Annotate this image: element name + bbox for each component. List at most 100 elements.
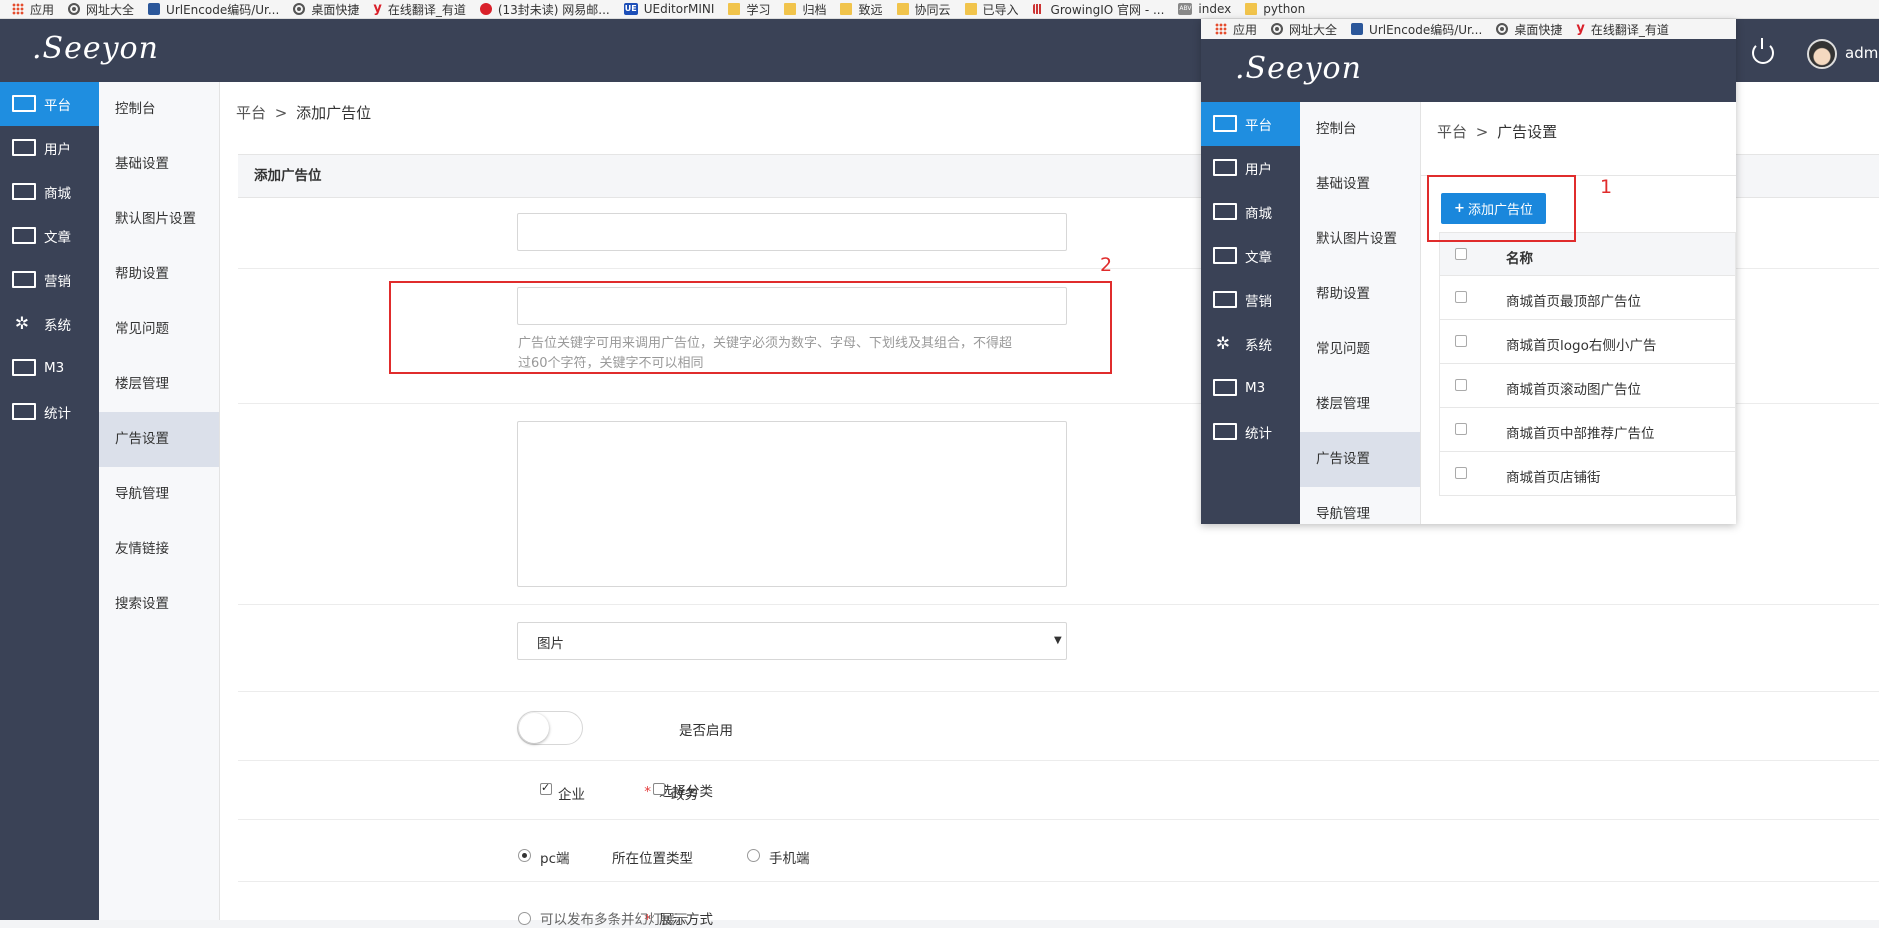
bookmark-link[interactable]: ABV index — [1178, 2, 1231, 16]
nav-item-mall[interactable]: 商城 — [0, 170, 99, 214]
subnav-item[interactable]: 帮助设置 — [1300, 267, 1420, 322]
position-radio-mobile[interactable] — [747, 849, 760, 862]
subnav-item-ads[interactable]: 广告设置 — [99, 412, 219, 467]
classify-checkbox-enterprise[interactable] — [540, 781, 552, 795]
nav-item-article[interactable]: 文章 — [0, 214, 99, 258]
subnav-item[interactable]: 基础设置 — [1300, 157, 1420, 212]
subnav-item[interactable]: 导航管理 — [99, 467, 219, 522]
subnav-item[interactable]: 常见问题 — [99, 302, 219, 357]
primary-sidebar: 平台 用户 商城 文章 营销 ✲ 系统 M3 统计 — [0, 82, 99, 920]
monitor-icon — [12, 227, 36, 245]
bookmark-link[interactable]: GrowingIO 官网 - ... — [1032, 1, 1164, 18]
nav-item-user[interactable]: 用户 — [0, 126, 99, 170]
row-checkbox[interactable] — [1455, 423, 1467, 435]
subnav-item[interactable]: 搜索设置 — [99, 577, 219, 632]
power-icon[interactable] — [1752, 38, 1774, 64]
annotation-box-2 — [389, 281, 1112, 374]
row-checkbox[interactable] — [1455, 467, 1467, 479]
bookmark-apps[interactable]: 应用 — [1215, 21, 1257, 38]
bookmark-link[interactable]: 网址大全 — [68, 1, 134, 18]
table-row[interactable]: 商城首页最顶部广告位 — [1439, 276, 1736, 320]
embedded-screenshot: 应用 网址大全 UrlEncode编码/Ur... 桌面快捷 y 在线翻译_有道 … — [1201, 19, 1736, 524]
page-icon — [148, 3, 161, 15]
breadcrumb-current: 广告设置 — [1497, 123, 1558, 141]
nav-item-stats[interactable]: 统计 — [1201, 410, 1300, 454]
nav-item-marketing[interactable]: 营销 — [1201, 278, 1300, 322]
bookmark-folder[interactable]: 协同云 — [896, 1, 951, 18]
globe-icon — [1496, 23, 1509, 35]
bookmark-link[interactable]: 桌面快捷 — [1496, 21, 1562, 38]
category-select[interactable] — [517, 622, 1067, 660]
nav-item-m3[interactable]: M3 — [1201, 366, 1300, 410]
bookmark-link[interactable]: UrlEncode编码/Ur... — [1351, 21, 1482, 38]
bookmark-link[interactable]: 网址大全 — [1271, 21, 1337, 38]
secondary-sidebar: 控制台 基础设置 默认图片设置 帮助设置 常见问题 楼层管理 广告设置 导航管理… — [99, 82, 220, 920]
bookmark-link[interactable]: y 在线翻译_有道 — [1576, 21, 1669, 38]
category-select-value: 图片 — [537, 636, 564, 652]
table-row[interactable]: 商城首页logo右侧小广告 — [1439, 320, 1736, 364]
table-row[interactable]: 商城首页中部推荐广告位 — [1439, 408, 1736, 452]
subnav-item[interactable]: 楼层管理 — [1300, 377, 1420, 432]
row-checkbox[interactable] — [1455, 379, 1467, 391]
nav-item-system[interactable]: ✲ 系统 — [0, 302, 99, 346]
row-checkbox[interactable] — [1455, 291, 1467, 303]
nav-item-platform[interactable]: 平台 — [0, 82, 99, 126]
breadcrumb-root[interactable]: 平台 — [236, 104, 266, 122]
row-name: 商城首页中部推荐广告位 — [1506, 426, 1655, 442]
position-radio-pc[interactable] — [518, 849, 531, 862]
nav-item-user[interactable]: 用户 — [1201, 146, 1300, 190]
intro-textarea[interactable] — [517, 421, 1067, 587]
bookmark-link[interactable]: UrlEncode编码/Ur... — [148, 1, 279, 18]
classify-checkbox-government[interactable] — [653, 783, 665, 795]
subnav-item[interactable]: 默认图片设置 — [1300, 212, 1420, 267]
classify-option-label: 政务 — [671, 787, 698, 803]
bookmark-folder[interactable]: 致远 — [840, 1, 883, 18]
nav-item-mall[interactable]: 商城 — [1201, 190, 1300, 234]
nav-item-system[interactable]: ✲ 系统 — [1201, 322, 1300, 366]
subnav-item-ads[interactable]: 广告设置 — [1300, 432, 1420, 487]
seeyon-logo[interactable]: .Seeyon — [32, 31, 159, 66]
display-radio[interactable] — [518, 912, 531, 925]
enable-toggle[interactable] — [517, 711, 583, 745]
select-all-checkbox[interactable] — [1455, 248, 1467, 260]
subnav-item[interactable]: 楼层管理 — [99, 357, 219, 412]
bookmark-link[interactable]: 桌面快捷 — [293, 1, 359, 18]
subnav-item[interactable]: 基础设置 — [99, 137, 219, 192]
bookmark-apps[interactable]: 应用 — [12, 1, 54, 18]
bookmark-link[interactable]: y 在线翻译_有道 — [373, 1, 466, 18]
breadcrumb-root[interactable]: 平台 — [1437, 123, 1467, 141]
overlay-main: 平台 > 广告设置 + 添加广告位 名称 商城首页最顶部广告位 商城首页logo… — [1421, 102, 1736, 524]
monitor-icon — [1213, 379, 1237, 397]
bookmark-folder[interactable]: python — [1245, 2, 1305, 16]
nav-item-stats[interactable]: 统计 — [0, 390, 99, 434]
subnav-item[interactable]: 控制台 — [1300, 102, 1420, 157]
table-row[interactable]: 商城首页滚动图广告位 — [1439, 364, 1736, 408]
annotation-number-2: 2 — [1100, 254, 1113, 276]
nav-item-m3[interactable]: M3 — [0, 346, 99, 390]
monitor-icon — [12, 139, 36, 157]
bookmark-folder[interactable]: 学习 — [728, 1, 770, 18]
classify-option-label: 企业 — [558, 787, 585, 803]
row-checkbox[interactable] — [1455, 335, 1467, 347]
nav-item-marketing[interactable]: 营销 — [0, 258, 99, 302]
nav-item-article[interactable]: 文章 — [1201, 234, 1300, 278]
bookmark-folder[interactable]: 归档 — [784, 1, 826, 18]
bookmark-folder[interactable]: 已导入 — [964, 1, 1019, 18]
avatar[interactable] — [1807, 39, 1837, 69]
subnav-item[interactable]: 帮助设置 — [99, 247, 219, 302]
bookmark-link[interactable]: (13封未读) 网易邮... — [479, 1, 610, 18]
name-input[interactable] — [517, 213, 1067, 251]
seeyon-logo[interactable]: .Seeyon — [1235, 51, 1362, 86]
subnav-item[interactable]: 默认图片设置 — [99, 192, 219, 247]
subnav-item[interactable]: 控制台 — [99, 82, 219, 137]
subnav-item[interactable]: 常见问题 — [1300, 322, 1420, 377]
table-row[interactable]: 商城首页店铺街 — [1439, 452, 1736, 496]
enable-label: 是否启用 — [679, 723, 733, 739]
subnav-item[interactable]: 导航管理 — [1300, 487, 1420, 524]
monitor-icon — [1213, 247, 1237, 265]
user-name[interactable]: admi — [1845, 44, 1879, 62]
youdao-icon: y — [373, 1, 382, 16]
bookmark-link[interactable]: UE UEditorMINI — [623, 2, 714, 16]
nav-item-platform[interactable]: 平台 — [1201, 102, 1300, 146]
subnav-item[interactable]: 友情链接 — [99, 522, 219, 577]
